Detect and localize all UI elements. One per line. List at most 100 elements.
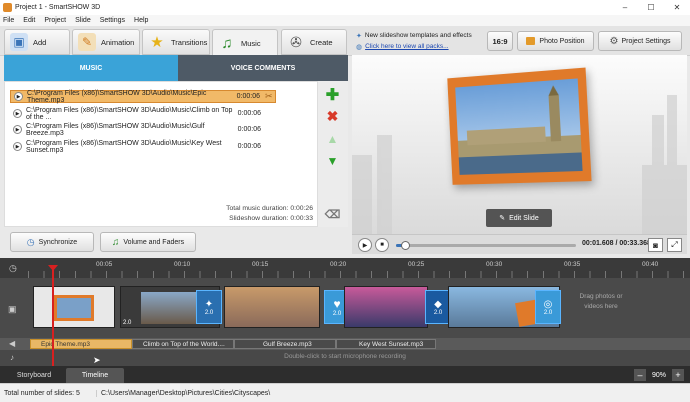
project-settings-button[interactable]: ⚙ Project Settings [598,31,682,51]
sparkle-icon: ✦ [356,32,362,40]
window-title: Project 1 - SmartSHOW 3D [15,4,101,11]
audio-clip[interactable]: Climb on Top of the World.... [132,339,234,349]
view-tabs: Storyboard Timeline – 90% + [0,366,690,383]
synchronize-button[interactable]: ◷ Synchronize [10,232,94,252]
minimize-button[interactable]: – [612,0,638,15]
tab-add[interactable]: ▣ Add [4,29,70,55]
timeline-ruler[interactable]: ◷ 00:05 00:10 00:15 00:20 00:25 00:30 00… [0,258,690,278]
star-icon: ★ [150,34,164,51]
list-item[interactable]: ▶ C:\Program Files (x86)\SmartSHOW 3D\Au… [10,123,276,137]
current-time: 00:01.608 [582,240,614,247]
aspect-ratio-button[interactable]: 16:9 [487,31,513,51]
status-bar: Total number of slides: 5 C:\Users\Manag… [0,383,690,402]
tab-timeline[interactable]: Timeline [66,368,124,383]
tab-storyboard[interactable]: Storyboard [4,368,64,383]
audio-clip[interactable]: Key West Sunset.mp3 [336,339,436,349]
clock-icon: ◷ [26,236,35,247]
seek-bar[interactable] [396,241,576,250]
mic-hint: Double-click to start microphone recordi… [284,353,406,360]
tab-music[interactable]: ♫ Music [212,29,278,56]
menu-project[interactable]: Project [44,17,66,24]
slide-count: Total number of slides: 5 [4,389,80,397]
tick-label: 00:15 [252,261,269,268]
film-reel-icon: ✇ [290,33,302,50]
total-time: 00:33.368 [619,240,651,247]
scissors-icon[interactable]: ✂ [265,91,275,102]
snapshot-button[interactable]: ◙ [648,238,663,252]
video-track: ▣ 2.0 ✦ 2.0 ♥ 2.0 ◆ 2.0 ◎ 2.0 Drag photos or… [0,278,690,338]
play-icon[interactable]: ▶ [13,142,22,151]
menu-edit[interactable]: Edit [23,17,35,24]
ruler-ticks [28,271,690,278]
move-up-button[interactable]: ▲ [325,131,340,146]
transition-4[interactable]: ◎ 2.0 [535,290,561,324]
tick-label: 00:30 [486,261,503,268]
tab-animation[interactable]: ✎ Animation [72,29,140,55]
list-item[interactable]: ▶ C:\Program Files (x86)\SmartSHOW 3D\Au… [10,90,276,104]
add-music-button[interactable]: ✚ [325,87,340,104]
move-down-button[interactable]: ▼ [325,153,340,168]
animation-icon: ✎ [78,33,96,51]
microphone-track[interactable]: ♪ Double-click to start microphone recor… [0,350,690,366]
list-item[interactable]: ▶ C:\Program Files (x86)\SmartSHOW 3D\Au… [10,140,276,154]
play-icon[interactable]: ▶ [14,92,23,101]
tab-voice-comments[interactable]: VOICE COMMENTS [178,55,348,81]
close-button[interactable]: ✕ [664,0,690,15]
slide-preview[interactable]: ✎ Edit Slide [352,55,687,234]
news-text: New slideshow templates and effects [364,32,472,39]
volume-faders-button[interactable]: ♫ Volume and Faders [100,232,196,252]
transition-1[interactable]: ✦ 2.0 [196,290,222,324]
view-packs-link[interactable]: Click here to view all packs... [365,43,448,50]
news-panel: ✦ New slideshow templates and effects ◍ … [356,30,486,52]
audio-track: ◀ Epic Theme.mp3 Climb on Top of the Wor… [0,338,690,350]
gear-icon: ⚙ [609,35,619,47]
tab-music-list[interactable]: MUSIC [4,55,178,81]
tab-create-label: Create [310,37,333,47]
seek-handle[interactable] [401,241,410,250]
total-music-duration: Total music duration: 0:00:26 [226,205,313,212]
menu-settings[interactable]: Settings [100,17,125,24]
play-button[interactable]: ▶ [358,238,372,252]
tab-create[interactable]: ✇ Create [281,29,347,55]
slide-thumb-1[interactable] [33,286,115,328]
photo-position-button[interactable]: Photo Position [517,31,594,51]
zoom-out-button[interactable]: – [634,369,646,381]
audio-clip[interactable]: Epic Theme.mp3 [30,339,132,349]
broom-icon[interactable]: ⌫ [325,207,341,222]
slide-thumb-3[interactable] [224,286,320,328]
list-item[interactable]: ▶ C:\Program Files (x86)\SmartSHOW 3D\Au… [10,107,276,121]
tick-label: 00:05 [96,261,113,268]
maximize-button[interactable]: ☐ [638,0,664,15]
music-note-icon: ♫ [111,236,120,248]
cursor-icon: ➤ [93,355,101,365]
fullscreen-icon: ⤢ [671,240,678,249]
audio-clip[interactable]: Gulf Breeze.mp3 [234,339,336,349]
tab-add-label: Add [33,37,47,47]
camera-icon: ◙ [653,240,658,250]
clock-icon: ◷ [9,263,17,273]
tab-transitions[interactable]: ★ Transitions [142,29,210,55]
time-readout: 00:01.608 / 00:33.368 [582,240,651,247]
music-note-icon: ♫ [221,34,233,52]
stop-button[interactable]: ■ [375,238,389,252]
zoom-in-button[interactable]: + [672,369,684,381]
remove-music-button[interactable]: ✖ [325,108,340,124]
menu-slide[interactable]: Slide [75,17,91,24]
edit-slide-button[interactable]: ✎ Edit Slide [486,209,552,227]
fullscreen-button[interactable]: ⤢ [667,238,682,252]
photo-frame[interactable] [447,67,592,185]
add-photo-icon: ▣ [10,33,28,51]
tab-music-label: Music [241,38,261,48]
image-track-icon: ▣ [8,304,17,314]
menu-help[interactable]: Help [134,17,148,24]
tick-label: 00:35 [564,261,581,268]
play-icon[interactable]: ▶ [13,109,22,118]
menu-file[interactable]: File [3,17,14,24]
tick-label: 00:25 [408,261,425,268]
photo-position-icon [526,37,536,45]
play-icon[interactable]: ▶ [13,125,22,134]
tab-animation-label: Animation [101,37,135,47]
slide-thumb-4[interactable] [344,286,428,328]
pencil-icon: ✎ [499,215,506,222]
drop-zone[interactable]: Drag photos or videos here [576,292,626,312]
